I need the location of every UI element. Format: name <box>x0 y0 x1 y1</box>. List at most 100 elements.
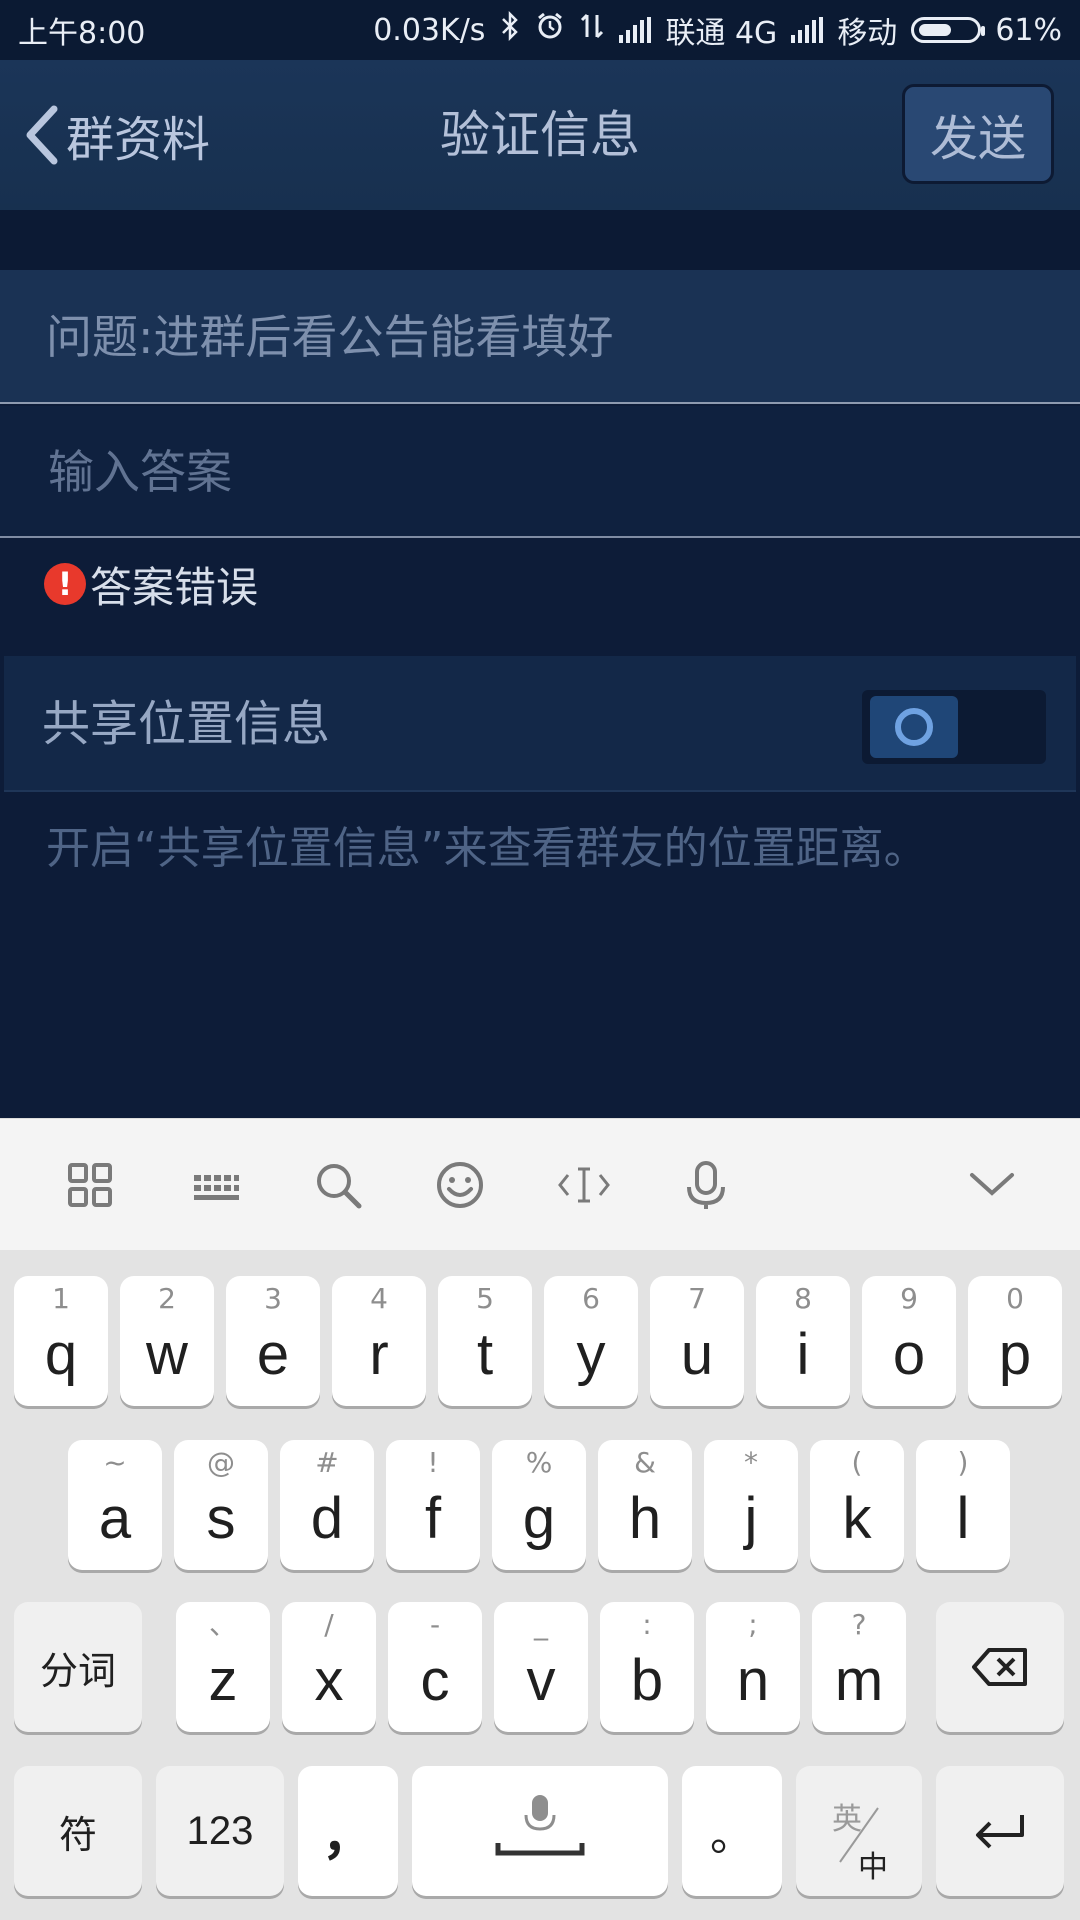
status-bar: 上午8:00 0.03K/s 联通 4G 移动 61% <box>0 0 1080 60</box>
key-u-alt: 7 <box>688 1282 706 1315</box>
key-e[interactable]: 3e <box>226 1276 320 1406</box>
comma-key[interactable]: ， <box>298 1766 398 1896</box>
key-a[interactable]: ~ a <box>68 1440 162 1570</box>
key-g-label: g <box>522 1486 556 1551</box>
keyboard: 1q2w3e4r5t6y7u8i9o0p ~ a @ s # d! f% g & h * j(k) l … <box>0 1250 1080 1920</box>
error-message: ! 答案错误 <box>44 558 258 612</box>
grid-icon[interactable] <box>58 1153 122 1217</box>
key-u[interactable]: 7u <box>650 1276 744 1406</box>
answer-input[interactable] <box>46 406 1030 538</box>
key-j[interactable]: * j <box>704 1440 798 1570</box>
key-y-label: y <box>576 1322 606 1387</box>
microphone-icon[interactable] <box>674 1153 738 1217</box>
alarm-icon <box>535 11 565 49</box>
enter-key[interactable] <box>936 1766 1064 1896</box>
key-d[interactable]: # d <box>280 1440 374 1570</box>
key-h[interactable]: & h <box>598 1440 692 1570</box>
key-b-alt: : <box>642 1608 652 1641</box>
key-t-alt: 5 <box>476 1282 494 1315</box>
emoji-icon[interactable] <box>428 1153 492 1217</box>
comma-key-label: ， <box>321 1806 374 1867</box>
back-button[interactable]: 群资料 <box>22 100 210 170</box>
key-i-alt: 8 <box>794 1282 812 1315</box>
key-t[interactable]: 5t <box>438 1276 532 1406</box>
segment-key[interactable]: 分词 <box>14 1602 142 1732</box>
key-w[interactable]: 2w <box>120 1276 214 1406</box>
key-i[interactable]: 8i <box>756 1276 850 1406</box>
battery-icon <box>911 17 986 43</box>
key-h-alt: & <box>634 1446 656 1479</box>
key-w-label: w <box>146 1322 188 1387</box>
key-k[interactable]: (k <box>810 1440 904 1570</box>
search-icon[interactable] <box>306 1153 370 1217</box>
key-f-alt: ! <box>427 1446 439 1479</box>
net-speed: 0.03K/s <box>373 12 486 48</box>
key-s-alt: @ <box>207 1446 235 1479</box>
key-j-label: j <box>744 1486 758 1551</box>
key-w-alt: 2 <box>158 1282 176 1315</box>
key-l[interactable]: ) l <box>916 1440 1010 1570</box>
battery-percent: 61% <box>995 12 1062 48</box>
error-text: 答案错误 <box>90 562 259 612</box>
error-icon: ! <box>44 563 86 605</box>
keyboard-icon[interactable] <box>184 1153 248 1217</box>
key-b[interactable]: :b <box>600 1602 694 1732</box>
key-b-label: b <box>630 1648 664 1713</box>
key-y-alt: 6 <box>582 1282 600 1315</box>
key-p[interactable]: 0p <box>968 1276 1062 1406</box>
section-spacer <box>0 210 1080 270</box>
share-location-toggle[interactable] <box>862 690 1046 764</box>
key-o-alt: 9 <box>900 1282 918 1315</box>
key-m[interactable]: ? m <box>812 1602 906 1732</box>
key-r-alt: 4 <box>370 1282 388 1315</box>
key-v[interactable]: _ v <box>494 1602 588 1732</box>
key-g[interactable]: % g <box>492 1440 586 1570</box>
key-y[interactable]: 6y <box>544 1276 638 1406</box>
key-f-label: f <box>424 1486 442 1551</box>
key-n-alt: ; <box>748 1608 758 1641</box>
keyboard-toolbar <box>0 1118 1080 1251</box>
key-s[interactable]: @ s <box>174 1440 268 1570</box>
header-bar: 群资料 验证信息 发送 <box>0 60 1080 210</box>
key-q[interactable]: 1q <box>14 1276 108 1406</box>
cursor-icon[interactable] <box>552 1153 616 1217</box>
key-c[interactable]: -c <box>388 1602 482 1732</box>
key-o[interactable]: 9o <box>862 1276 956 1406</box>
key-f[interactable]: ! f <box>386 1440 480 1570</box>
key-g-alt: % <box>525 1446 553 1479</box>
key-l-label: l <box>956 1486 970 1551</box>
key-n[interactable]: ; n <box>706 1602 800 1732</box>
collapse-chevron-icon[interactable] <box>960 1153 1024 1217</box>
key-z[interactable]: 、 z <box>176 1602 270 1732</box>
carrier1: 联通 4G <box>665 16 778 51</box>
backspace-key[interactable] <box>936 1602 1064 1732</box>
segment-key-label: 分词 <box>39 1648 116 1693</box>
space-key[interactable] <box>412 1766 668 1896</box>
send-button[interactable]: 发送 <box>902 84 1054 184</box>
share-location-hint: 开启“共享位置信息”来查看群友的位置距离。 <box>46 823 928 874</box>
enter-icon <box>936 1766 1064 1896</box>
share-location-label: 共享位置信息 <box>42 696 331 752</box>
number-key[interactable]: 123 <box>156 1766 284 1896</box>
key-r[interactable]: 4r <box>332 1276 426 1406</box>
key-x-label: x <box>314 1648 344 1713</box>
key-p-alt: 0 <box>1006 1282 1024 1315</box>
bluetooth-icon <box>499 10 521 49</box>
key-k-label: k <box>842 1486 872 1551</box>
key-h-label: h <box>628 1486 662 1551</box>
key-e-label: e <box>256 1322 290 1387</box>
number-key-label: 123 <box>186 1808 254 1853</box>
key-l-alt: ) <box>957 1446 969 1479</box>
key-s-label: s <box>206 1486 236 1551</box>
key-m-alt: ? <box>851 1608 867 1641</box>
key-q-alt: 1 <box>52 1282 70 1315</box>
language-switch-key[interactable]: 英 中 <box>796 1766 922 1896</box>
key-x[interactable]: / x <box>282 1602 376 1732</box>
key-t-label: t <box>476 1322 494 1387</box>
share-location-row: 共享位置信息 <box>4 656 1076 792</box>
period-key[interactable]: 。 <box>682 1766 782 1896</box>
battery-fill <box>919 24 952 36</box>
symbol-key[interactable]: 符 <box>14 1766 142 1896</box>
key-a-label: a <box>98 1486 132 1551</box>
period-key-label: 。 <box>710 1810 754 1861</box>
